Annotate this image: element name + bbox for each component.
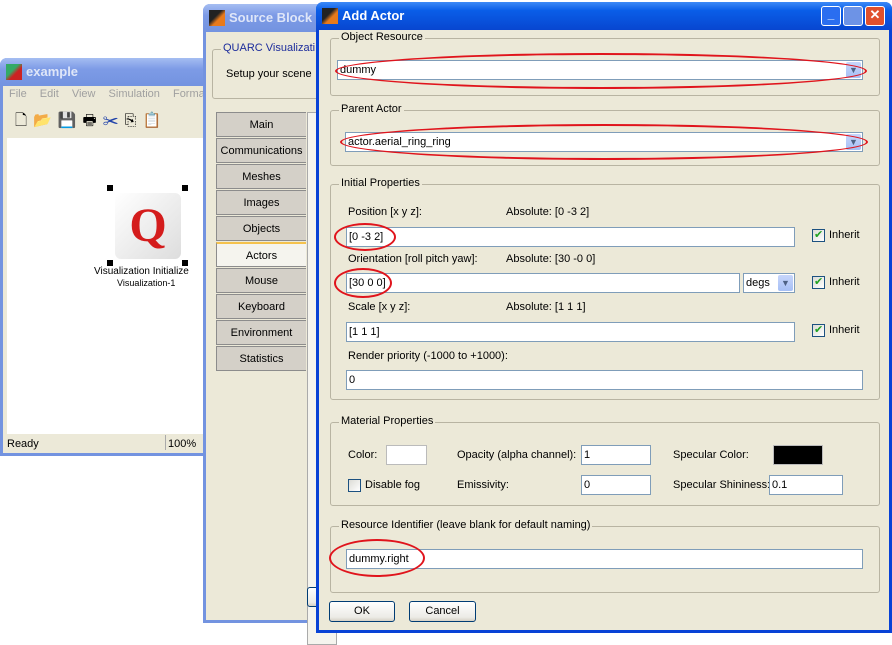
tab-images[interactable]: Images (216, 190, 306, 215)
highlight-ellipse (334, 223, 396, 251)
priority-label: Render priority (-1000 to +1000): (348, 350, 508, 362)
highlight-ellipse (335, 53, 867, 89)
tab-objects[interactable]: Objects (216, 216, 306, 241)
tab-communications[interactable]: Communications (216, 138, 306, 163)
specular-color-label: Specular Color: (673, 449, 749, 461)
zoom-level: 100% (165, 435, 196, 450)
group-label: Object Resource (339, 31, 425, 43)
scale-absolute: Absolute: [1 1 1] (506, 301, 586, 313)
matlab-icon (209, 10, 225, 26)
color-swatch[interactable] (386, 445, 427, 465)
tab-environment[interactable]: Environment (216, 320, 306, 345)
orientation-label: Orientation [roll pitch yaw]: (348, 253, 478, 265)
orientation-inherit-checkbox[interactable] (812, 275, 825, 289)
tab-mouse[interactable]: Mouse (216, 268, 306, 293)
menu-view[interactable]: View (72, 88, 96, 100)
highlight-ellipse (334, 268, 392, 298)
cut-icon[interactable]: ✂ (103, 112, 125, 129)
example-window: example File Edit View Simulation Format… (0, 58, 212, 456)
menu-edit[interactable]: Edit (40, 88, 59, 100)
menu-bar: File Edit View Simulation Format (9, 88, 208, 100)
tab-actors[interactable]: Actors (216, 242, 306, 267)
minimize-button[interactable]: _ (821, 6, 841, 26)
shininess-input[interactable]: 0.1 (769, 475, 843, 495)
matlab-icon (322, 8, 338, 24)
ok-button[interactable]: OK (329, 601, 395, 622)
window-title: Source Block P (229, 10, 325, 25)
group-label: Material Properties (339, 415, 436, 427)
disable-fog-checkbox[interactable] (348, 479, 361, 492)
scale-label: Scale [x y z]: (348, 301, 411, 313)
group-label: QUARC Visualizati (221, 42, 318, 54)
tab-statistics[interactable]: Statistics (216, 346, 306, 371)
paste-icon[interactable]: 📋 (143, 112, 168, 129)
position-inherit-checkbox[interactable] (812, 228, 825, 242)
tab-meshes[interactable]: Meshes (216, 164, 306, 189)
group-label: Parent Actor (339, 103, 404, 115)
select-value: degs (746, 277, 770, 289)
emissivity-label: Emissivity: (457, 479, 509, 491)
visualization-block[interactable]: Q (107, 185, 188, 266)
new-icon[interactable]: 🗋 (15, 112, 33, 129)
block-label: Visualization Initialize (94, 266, 189, 277)
emissivity-input[interactable]: 0 (581, 475, 651, 495)
group-label: Resource Identifier (leave blank for def… (339, 519, 593, 531)
position-label: Position [x y z]: (348, 206, 422, 218)
specular-color-swatch[interactable] (773, 445, 823, 465)
orientation-input[interactable]: [30 0 0] (346, 273, 740, 293)
title-bar: Source Block P (203, 4, 333, 32)
save-icon[interactable]: 💾 (58, 112, 83, 129)
disable-fog-label: Disable fog (365, 479, 421, 491)
menu-simulation[interactable]: Simulation (109, 88, 160, 100)
title-bar: example (0, 58, 212, 86)
status-text: Ready (7, 438, 39, 450)
inherit-label: Inherit (829, 276, 860, 288)
scale-inherit-checkbox[interactable] (812, 323, 825, 337)
model-canvas[interactable]: Q Visualization Initialize Visualization… (7, 138, 212, 434)
highlight-ellipse (340, 124, 868, 160)
toolbar: 🗋📂💾🖶✂⎘📋 (15, 110, 167, 135)
opacity-label: Opacity (alpha channel): (457, 449, 577, 461)
scale-input[interactable]: [1 1 1] (346, 322, 795, 342)
cancel-button[interactable]: Cancel (409, 601, 476, 622)
color-label: Color: (348, 449, 378, 461)
title-bar: Add Actor _ ✕ (316, 2, 892, 30)
group-label: Initial Properties (339, 177, 422, 189)
position-absolute: Absolute: [0 -3 2] (506, 206, 590, 218)
priority-input[interactable]: 0 (346, 370, 863, 390)
orientation-unit-select[interactable]: degs ▼ (743, 273, 795, 293)
menu-file[interactable]: File (9, 88, 27, 100)
open-icon[interactable]: 📂 (33, 112, 58, 129)
simulink-icon (6, 64, 22, 80)
description: Setup your scene (226, 68, 312, 80)
close-button[interactable]: ✕ (865, 6, 885, 26)
copy-icon[interactable]: ⎘ (125, 112, 143, 129)
maximize-button[interactable] (843, 6, 863, 26)
inherit-label: Inherit (829, 324, 860, 336)
tab-keyboard[interactable]: Keyboard (216, 294, 306, 319)
window-title: example (26, 64, 79, 79)
window-title: Add Actor (342, 8, 405, 23)
inherit-label: Inherit (829, 229, 860, 241)
position-input[interactable]: [0 -3 2] (346, 227, 795, 247)
opacity-input[interactable]: 1 (581, 445, 651, 465)
cube-icon: Q (115, 193, 181, 259)
highlight-ellipse (329, 539, 425, 577)
chevron-down-icon: ▼ (778, 275, 793, 291)
block-sublabel: Visualization-1 (117, 278, 176, 288)
tab-main[interactable]: Main (216, 112, 306, 137)
print-icon[interactable]: 🖶 (82, 112, 102, 129)
orientation-absolute: Absolute: [30 -0 0] (506, 253, 596, 265)
shininess-label: Specular Shininess: (673, 479, 771, 491)
